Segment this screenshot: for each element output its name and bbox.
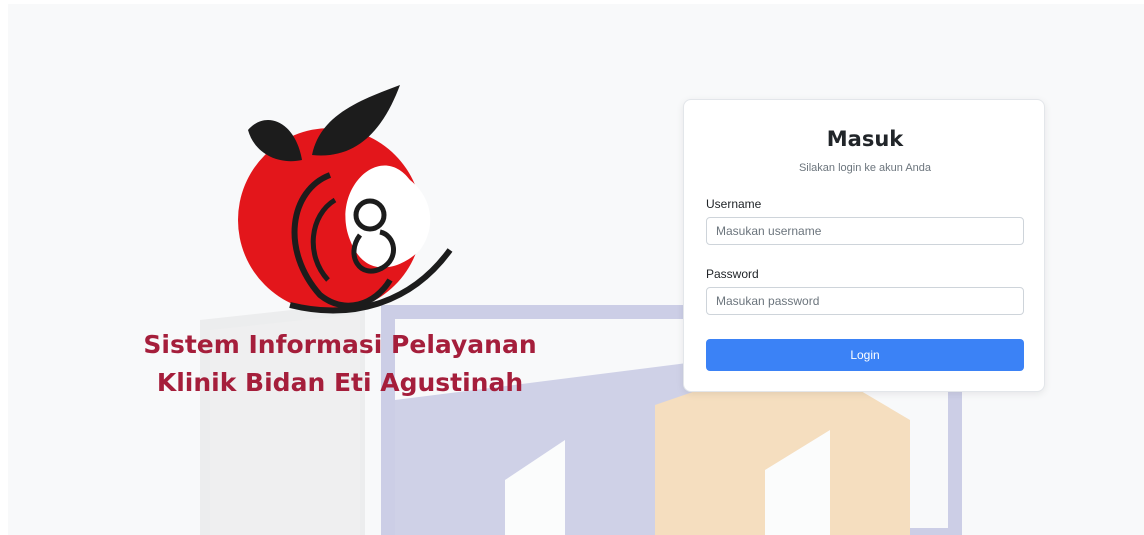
clinic-branding: Sistem Informasi Pelayanan Klinik Bidan … [140, 80, 540, 410]
password-input[interactable] [706, 287, 1024, 315]
username-label: Username [706, 197, 762, 211]
login-button[interactable]: Login [706, 339, 1024, 371]
brand-name-line1: Sistem Informasi Pelayanan [143, 330, 537, 359]
login-title: Masuk [826, 127, 904, 151]
login-subtitle: Silakan login ke akun Anda [798, 162, 932, 174]
clinic-logo-icon [238, 85, 453, 314]
login-page: Sistem Informasi Pelayanan Klinik Bidan … [0, 0, 1144, 535]
username-input[interactable] [706, 217, 1024, 245]
login-card: Masuk Silakan login ke akun Anda Usernam… [683, 99, 1045, 392]
brand-name-line2: Klinik Bidan Eti Agustinah [156, 368, 524, 397]
password-label: Password [706, 267, 759, 281]
